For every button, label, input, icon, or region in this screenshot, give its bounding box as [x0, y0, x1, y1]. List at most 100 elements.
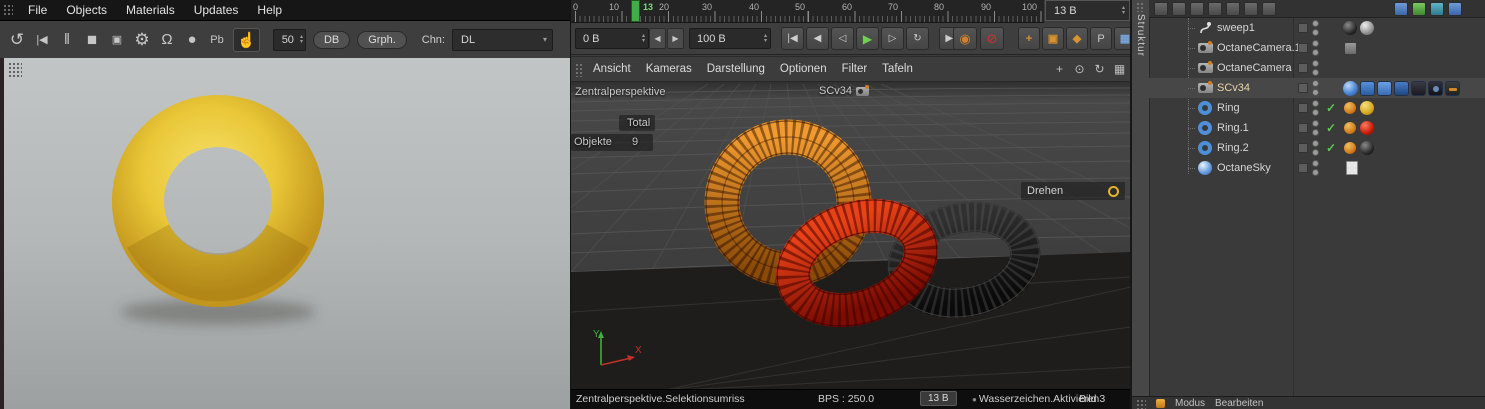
visibility-toggles[interactable] — [1312, 60, 1319, 76]
visibility-toggles[interactable] — [1312, 80, 1319, 96]
focus-picker-hand-icon[interactable]: ☝ — [233, 27, 260, 52]
om-toolbar-icon-9[interactable] — [1412, 1, 1426, 16]
phong-tag-icon[interactable] — [1344, 142, 1356, 154]
attribute-grip-handle[interactable] — [1136, 399, 1146, 409]
render-view-grip[interactable] — [8, 62, 22, 78]
layer-chip[interactable] — [1298, 83, 1308, 93]
compositing-tag-icon[interactable] — [1411, 80, 1426, 96]
camera-tag-icon[interactable] — [1344, 41, 1357, 55]
layer-chip[interactable] — [1298, 63, 1308, 73]
visibility-toggles[interactable] — [1312, 100, 1319, 116]
goto-start-button[interactable]: |◀ — [781, 27, 804, 50]
material-thumbnail[interactable] — [1360, 121, 1374, 135]
stop-render-icon[interactable]: ■ — [83, 29, 101, 51]
octane-tag-icon[interactable] — [1394, 80, 1409, 96]
key-position-button[interactable]: + — [1018, 27, 1040, 50]
range-start-stepper[interactable]: ▴ ▾ — [642, 33, 645, 44]
db-button[interactable]: DB — [312, 30, 351, 49]
layer-chip[interactable] — [1298, 103, 1308, 113]
restart-render-icon[interactable]: ↺ — [8, 29, 26, 51]
menu-filter[interactable]: Filter — [842, 63, 868, 75]
magnet-icon[interactable]: Ω — [158, 29, 176, 51]
octane-tag-icon[interactable] — [1377, 80, 1392, 96]
layer-chip[interactable] — [1298, 123, 1308, 133]
pan-view-icon[interactable]: + — [1052, 61, 1067, 77]
enabled-check-icon[interactable]: ✓ — [1326, 101, 1336, 115]
menu-objects[interactable]: Objects — [66, 3, 107, 17]
octane-tag-icon[interactable] — [1360, 80, 1375, 96]
settings-gear-icon[interactable]: ⚙ — [133, 29, 151, 51]
layer-chip[interactable] — [1298, 43, 1308, 53]
visibility-toggles[interactable] — [1312, 140, 1319, 156]
record-lock-button[interactable]: ⊘ — [980, 27, 1004, 50]
menu-optionen[interactable]: Optionen — [780, 63, 827, 75]
struktur-tab[interactable]: Struktur — [1132, 0, 1150, 409]
object-row-octanecamera1[interactable]: OctaneCamera.1 — [1149, 38, 1485, 58]
material-thumbnail[interactable] — [1360, 21, 1374, 35]
attribute-mode-icon[interactable] — [1156, 399, 1165, 408]
nudge-right-button[interactable]: ▶ — [667, 28, 684, 49]
om-toolbar-icon-2[interactable] — [1172, 1, 1186, 16]
material-thumbnail[interactable] — [1360, 141, 1374, 155]
environment-tag-icon[interactable] — [1344, 160, 1360, 176]
octane-globe-tag-icon[interactable] — [1343, 80, 1358, 96]
viewport-grip-handle[interactable] — [575, 63, 583, 77]
zoom-view-icon[interactable]: ⊙ — [1072, 61, 1087, 77]
om-toolbar-icon-5[interactable] — [1226, 1, 1240, 16]
toggle-views-icon[interactable]: ▦ — [1112, 61, 1127, 77]
material-thumbnail[interactable] — [1360, 101, 1374, 115]
om-toolbar-icon-7[interactable] — [1262, 1, 1276, 16]
object-row-ring[interactable]: Ring ✓ — [1149, 98, 1485, 118]
visibility-toggles[interactable] — [1312, 40, 1319, 56]
scene-camera-chip[interactable]: SCv34 — [819, 84, 870, 97]
om-toolbar-icon-6[interactable] — [1244, 1, 1258, 16]
attribute-mode-label[interactable]: Modus — [1175, 397, 1205, 409]
key-parameter-button[interactable]: P — [1090, 27, 1112, 50]
pb-mode-icon[interactable]: Pb — [208, 29, 226, 51]
channel-dropdown[interactable]: DL ▾ — [452, 28, 553, 51]
menu-updates[interactable]: Updates — [194, 3, 239, 17]
samples-stepper[interactable]: ▴ ▾ — [300, 34, 303, 45]
menu-kameras[interactable]: Kameras — [646, 63, 692, 75]
enabled-check-icon[interactable]: ✓ — [1326, 121, 1336, 135]
menu-ansicht[interactable]: Ansicht — [593, 63, 631, 75]
graph-button[interactable]: Grph. — [357, 30, 407, 49]
visibility-toggles[interactable] — [1312, 20, 1319, 36]
om-toolbar-icon-3[interactable] — [1190, 1, 1204, 16]
phong-tag-icon[interactable] — [1344, 122, 1356, 134]
key-scale-button[interactable]: ▣ — [1042, 27, 1064, 50]
phong-tag-icon[interactable] — [1344, 102, 1356, 114]
step-back-button[interactable]: ◁ — [831, 27, 854, 50]
menu-help[interactable]: Help — [257, 3, 282, 17]
menu-tafeln[interactable]: Tafeln — [882, 63, 913, 75]
stepper-down-icon[interactable]: ▾ — [300, 39, 303, 45]
octane-imager-tag-icon[interactable] — [1445, 80, 1460, 96]
object-row-ring2[interactable]: Ring.2 ✓ — [1149, 138, 1485, 158]
nudge-left-button[interactable]: ◀ — [649, 28, 666, 49]
samples-field[interactable]: 50 ▴ ▾ — [272, 28, 306, 51]
range-start-field[interactable]: 0 B ▴ ▾ — [575, 28, 649, 49]
object-row-scv34[interactable]: SCv34 — [1149, 78, 1485, 98]
record-region-button[interactable]: ◉ — [953, 27, 977, 50]
lock-resolution-icon[interactable]: ▣ — [108, 29, 126, 51]
om-toolbar-icon-10[interactable] — [1430, 1, 1444, 16]
range-end-stepper[interactable]: ▴ ▾ — [764, 33, 767, 44]
menu-darstellung[interactable]: Darstellung — [707, 63, 765, 75]
layer-chip[interactable] — [1298, 163, 1308, 173]
current-frame-marker[interactable] — [631, 0, 640, 22]
render-sphere-icon[interactable]: ● — [183, 29, 201, 51]
play-reverse-button[interactable]: ◀ — [806, 27, 829, 50]
panel-grip-handle[interactable] — [3, 4, 13, 16]
rotate-view-icon[interactable]: ↻ — [1092, 61, 1107, 77]
visibility-toggles[interactable] — [1312, 160, 1319, 176]
render-view[interactable] — [0, 58, 570, 409]
skip-start-icon[interactable]: |◀ — [33, 29, 51, 51]
om-toolbar-icon-1[interactable] — [1154, 1, 1168, 16]
camera-tag-icon[interactable] — [1428, 80, 1443, 96]
pause-render-icon[interactable]: ‖ — [58, 29, 76, 51]
attribute-edit-label[interactable]: Bearbeiten — [1215, 397, 1263, 409]
loop-button[interactable]: ↻ — [906, 27, 929, 50]
layer-chip[interactable] — [1298, 143, 1308, 153]
stepper-down-icon[interactable]: ▾ — [1122, 10, 1125, 16]
om-toolbar-icon-4[interactable] — [1208, 1, 1222, 16]
